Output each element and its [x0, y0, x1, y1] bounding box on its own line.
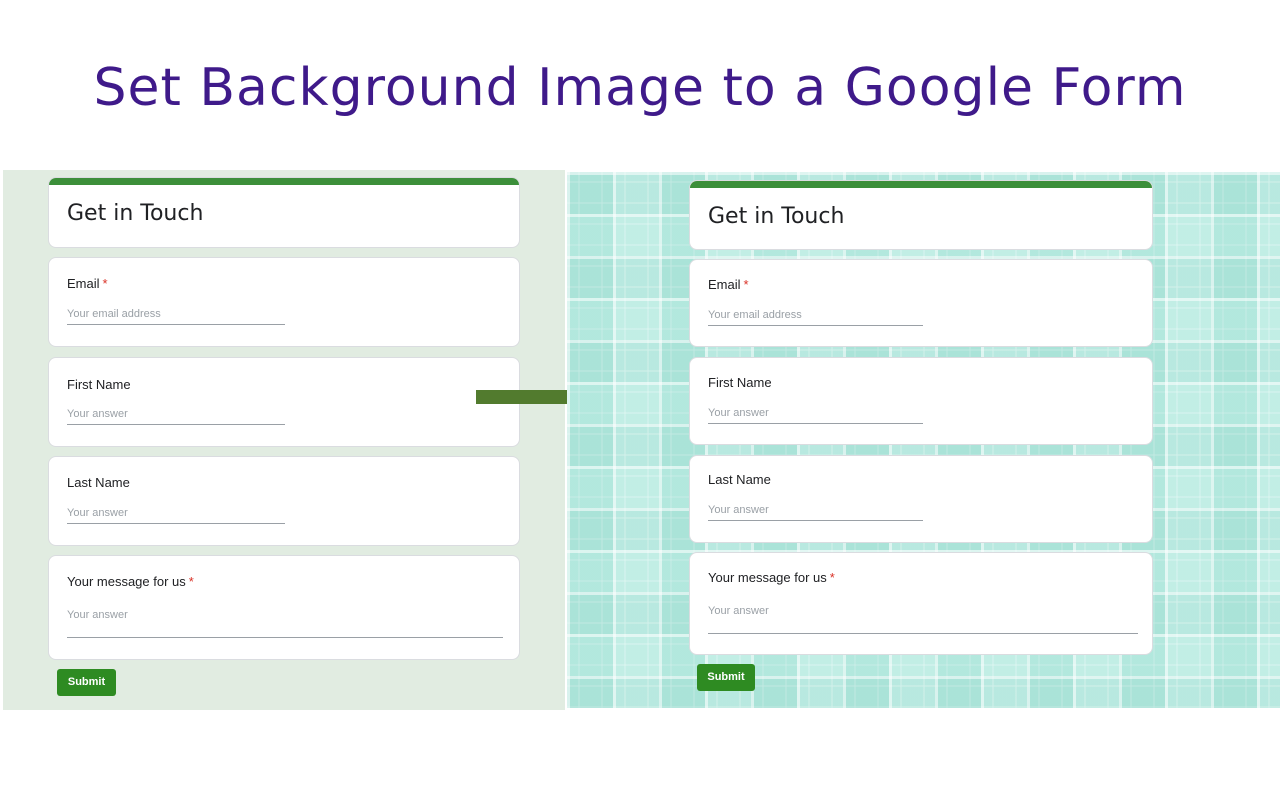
first-name-field[interactable] [708, 407, 923, 424]
form-accent-bar [690, 181, 1152, 188]
question-card-email: Email * [689, 259, 1153, 347]
email-field[interactable] [708, 309, 923, 326]
form-accent-bar [49, 178, 519, 185]
required-asterisk: * [188, 574, 194, 589]
question-label-email: Email * [67, 276, 108, 291]
question-label-first-name: First Name [708, 375, 772, 390]
question-label-message: Your message for us * [708, 570, 835, 585]
question-card-first-name: First Name [689, 357, 1153, 445]
last-name-field[interactable] [67, 507, 285, 524]
question-label-message: Your message for us * [67, 574, 194, 589]
submit-button[interactable]: Submit [697, 664, 755, 691]
question-card-message: Your message for us * [689, 552, 1153, 655]
before-form-panel: Get in Touch Email* First Name Last Name… [3, 170, 565, 710]
message-field[interactable] [67, 606, 503, 638]
first-name-field[interactable] [67, 408, 285, 425]
question-card-message: Your message for us * [48, 555, 520, 660]
form-title-card: Get in Touch [689, 180, 1153, 250]
page-title: Set Background Image to a Google Form [93, 58, 1187, 118]
form-title: Get in Touch [708, 204, 845, 229]
question-card-last-name: Last Name [689, 455, 1153, 543]
last-name-field[interactable] [708, 504, 923, 521]
question-card-first-name: First Name [48, 357, 520, 447]
submit-button[interactable]: Submit [57, 669, 116, 696]
after-form-panel: Get in Touch Email* First Name Last Name… [567, 172, 1280, 708]
question-card-last-name: Last Name [48, 456, 520, 546]
email-field[interactable] [67, 308, 285, 325]
form-title-card: Get in Touch [48, 177, 520, 248]
required-asterisk: * [102, 276, 108, 291]
question-label-first-name: First Name [67, 377, 131, 392]
form-title: Get in Touch [67, 201, 204, 226]
required-asterisk: * [829, 570, 835, 585]
message-field[interactable] [708, 602, 1138, 634]
question-label-last-name: Last Name [708, 472, 771, 487]
required-asterisk: * [743, 277, 749, 292]
question-label-last-name: Last Name [67, 475, 130, 490]
question-card-email: Email * [48, 257, 520, 347]
question-label-email: Email * [708, 277, 749, 292]
